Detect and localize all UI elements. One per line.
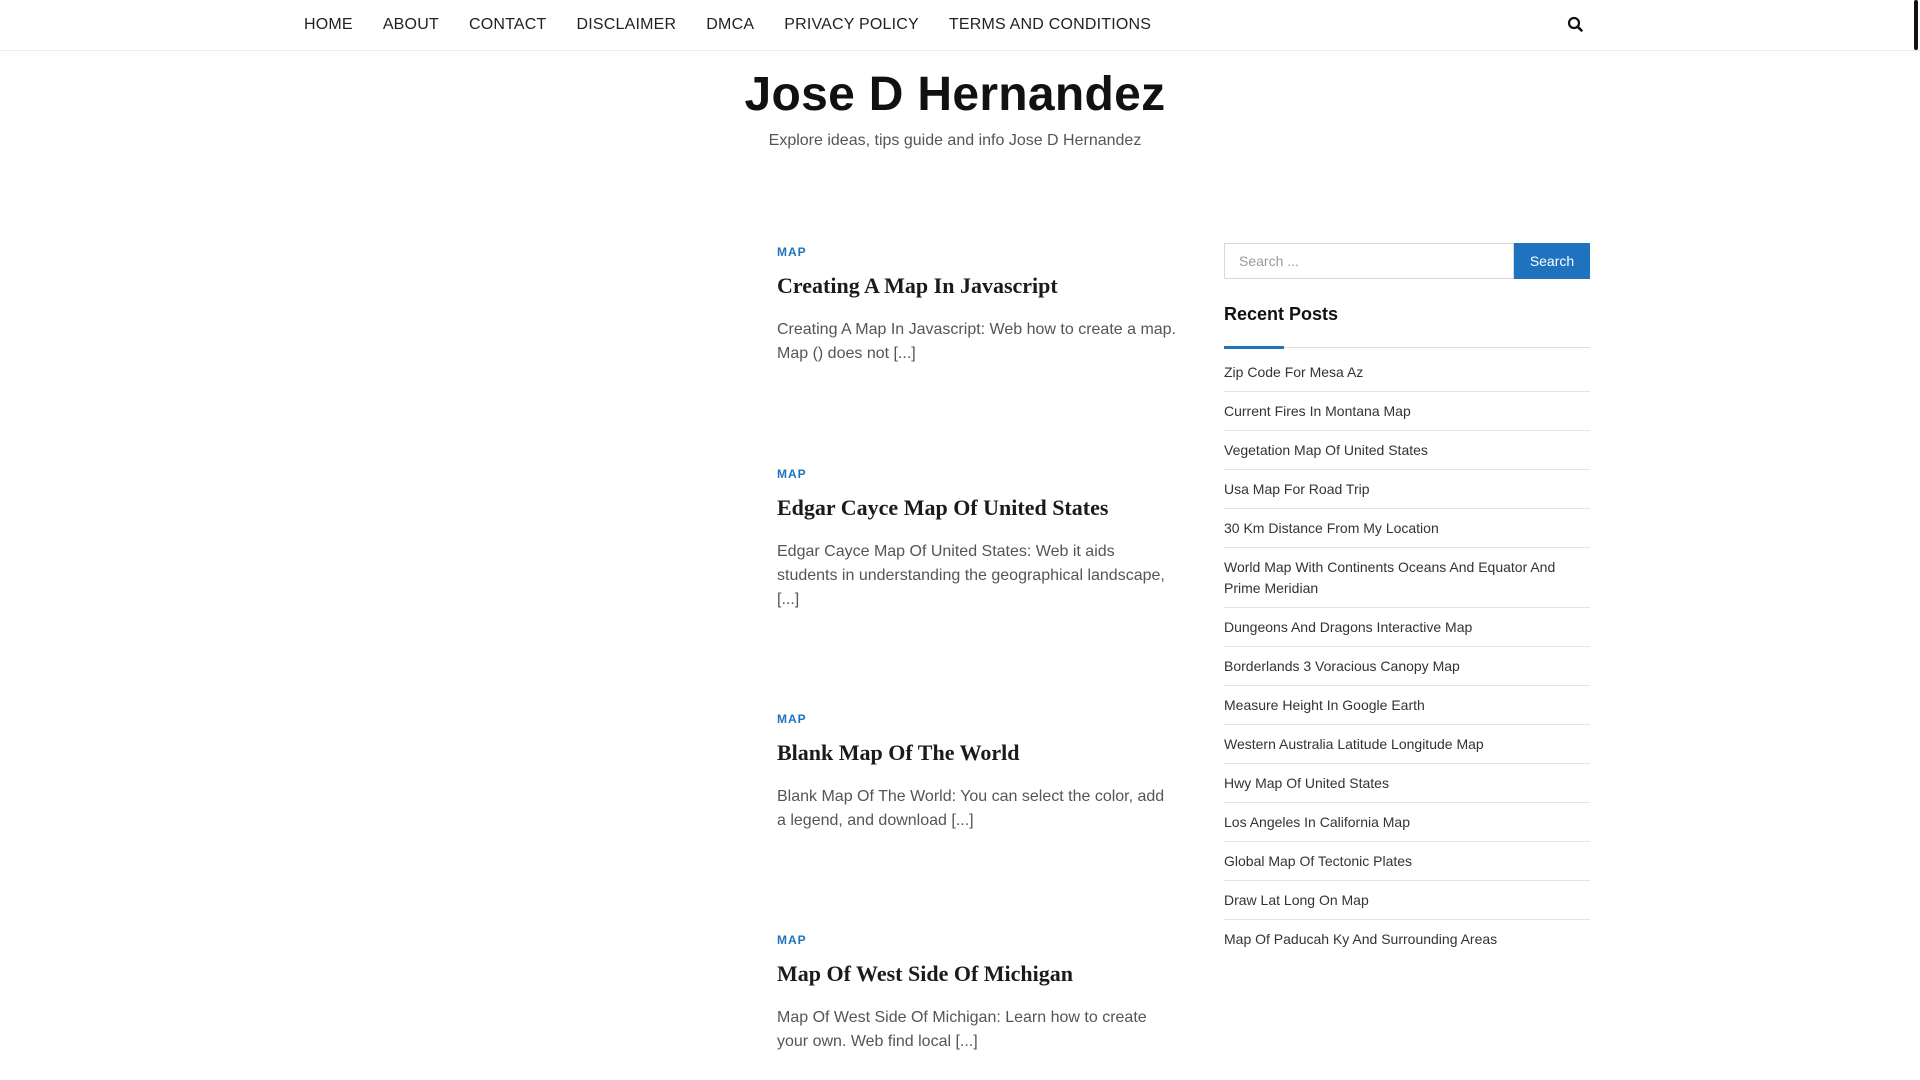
search-input[interactable]	[1224, 243, 1514, 279]
recent-post-link[interactable]: Zip Code For Mesa Az	[1224, 353, 1590, 392]
recent-post-link[interactable]: Hwy Map Of United States	[1224, 764, 1590, 803]
post-title[interactable]: Blank Map Of The World	[777, 738, 1177, 768]
recent-post-link[interactable]: Dungeons And Dragons Interactive Map	[1224, 608, 1590, 647]
post-excerpt: Map Of West Side Of Michigan: Learn how …	[777, 1009, 1147, 1050]
sidebar-search-form: Search	[1224, 243, 1590, 279]
site-tagline: Explore ideas, tips guide and info Jose …	[768, 132, 1142, 149]
search-icon[interactable]	[1566, 15, 1586, 35]
nav-item-about[interactable]: ABOUT	[383, 16, 439, 34]
recent-post-link[interactable]: Western Australia Latitude Longitude Map	[1224, 725, 1590, 764]
site-title[interactable]: Jose D Hernandez	[0, 62, 1910, 128]
post-excerpt: Creating A Map In Javascript: Web how to…	[777, 321, 1177, 362]
post-excerpt: Edgar Cayce Map Of United States: Web it…	[777, 543, 1165, 608]
recent-post-link[interactable]: World Map With Continents Oceans And Equ…	[1224, 548, 1590, 608]
post-category[interactable]: MAP	[777, 467, 1177, 481]
post-excerpt: Blank Map Of The World: You can select t…	[777, 788, 1165, 829]
post-card: MAP Blank Map Of The World Blank Map Of …	[777, 712, 1177, 833]
post-card: MAP Edgar Cayce Map Of United States Edg…	[777, 467, 1177, 612]
recent-post-link[interactable]: 30 Km Distance From My Location	[1224, 509, 1590, 548]
nav-item-contact[interactable]: CONTACT	[469, 16, 547, 34]
post-title[interactable]: Creating A Map In Javascript	[777, 271, 1177, 301]
nav-item-privacy-policy[interactable]: PRIVACY POLICY	[784, 16, 919, 34]
post-card: MAP Creating A Map In Javascript Creatin…	[777, 245, 1177, 366]
scrollbar[interactable]	[1914, 0, 1918, 50]
post-title[interactable]: Edgar Cayce Map Of United States	[777, 493, 1177, 523]
post-category[interactable]: MAP	[777, 933, 1177, 947]
recent-post-link[interactable]: Los Angeles In California Map	[1224, 803, 1590, 842]
post-category[interactable]: MAP	[777, 712, 1177, 726]
main-menu: HOME ABOUT CONTACT DISCLAIMER DMCA PRIVA…	[304, 0, 1181, 50]
nav-item-home[interactable]: HOME	[304, 16, 353, 34]
recent-post-link[interactable]: Current Fires In Montana Map	[1224, 392, 1590, 431]
nav-item-disclaimer[interactable]: DISCLAIMER	[576, 16, 676, 34]
heading-accent-bar	[1224, 346, 1284, 349]
recent-post-link[interactable]: Borderlands 3 Voracious Canopy Map	[1224, 647, 1590, 686]
post-card: MAP Map Of West Side Of Michigan Map Of …	[777, 933, 1177, 1054]
search-button[interactable]: Search	[1514, 243, 1590, 279]
nav-item-terms-and-conditions[interactable]: TERMS AND CONDITIONS	[949, 16, 1151, 34]
recent-post-link[interactable]: Global Map Of Tectonic Plates	[1224, 842, 1590, 881]
recent-posts-heading: Recent Posts	[1224, 304, 1339, 324]
recent-post-link[interactable]: Usa Map For Road Trip	[1224, 470, 1590, 509]
recent-post-link[interactable]: Vegetation Map Of United States	[1224, 431, 1590, 470]
recent-post-link[interactable]: Measure Height In Google Earth	[1224, 686, 1590, 725]
post-title[interactable]: Map Of West Side Of Michigan	[777, 959, 1177, 989]
recent-posts-list: Zip Code For Mesa Az Current Fires In Mo…	[1224, 353, 1590, 958]
site-branding: Jose D Hernandez Explore ideas, tips gui…	[0, 62, 1910, 154]
nav-item-dmca[interactable]: DMCA	[706, 16, 754, 34]
post-category[interactable]: MAP	[777, 245, 1177, 259]
top-navigation-bar: HOME ABOUT CONTACT DISCLAIMER DMCA PRIVA…	[0, 0, 1920, 51]
recent-post-link[interactable]: Map Of Paducah Ky And Surrounding Areas	[1224, 920, 1590, 958]
recent-post-link[interactable]: Draw Lat Long On Map	[1224, 881, 1590, 920]
